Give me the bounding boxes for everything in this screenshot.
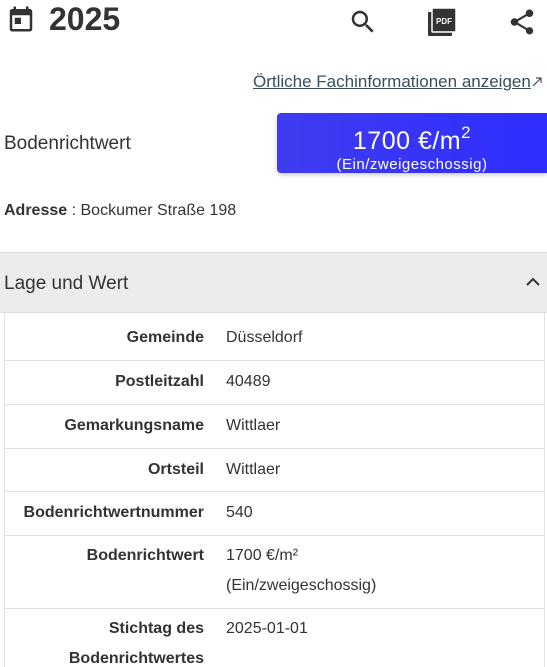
pdf-icon: PDF <box>428 7 457 36</box>
fachinformationen-link-label: Örtliche Fachinformationen anzeigen <box>253 72 531 91</box>
table-key: Gemarkungsname <box>64 417 204 434</box>
page-title-year: 2025 <box>49 1 121 37</box>
external-link-icon <box>532 77 542 87</box>
bodenrichtwert-subtitle: (Ein/zweigeschossig) <box>336 156 488 173</box>
table-row: Bodenrichtwert 1700 €/m² (Ein/zweigescho… <box>5 536 544 609</box>
details-table: Gemeinde Düsseldorf Postleitzahl 40489 G… <box>4 313 545 667</box>
table-value-line: (Ein/zweigeschossig) <box>226 577 377 594</box>
table-key: Bodenrichtwertnummer <box>23 504 204 521</box>
pdf-badge: PDF <box>436 17 452 26</box>
table-row: Ortsteil Wittlaer <box>5 449 544 492</box>
share-icon <box>510 9 534 35</box>
address-value: Bockumer Straße 198 <box>80 202 237 219</box>
bodenrichtwert-value-box: 1700 €/m2 (Ein/zweigeschossig) <box>277 113 547 173</box>
table-key-line: Bodenrichtwertes <box>68 650 204 667</box>
chevron-up-icon[interactable] <box>524 275 542 289</box>
table-value-line: 1700 €/m² <box>226 547 299 564</box>
search-button[interactable] <box>347 6 379 38</box>
share-button[interactable] <box>506 6 538 38</box>
table-row: Bodenrichtwertnummer 540 <box>5 492 544 536</box>
address-line: Adresse : Bockumer Straße 198 <box>4 202 236 220</box>
fachinformationen-link[interactable]: Örtliche Fachinformationen anzeigen <box>253 72 542 92</box>
address-separator: : <box>67 202 81 219</box>
table-value: 40489 <box>226 373 271 390</box>
table-value: Wittlaer <box>226 461 281 478</box>
table-key: Gemeinde <box>126 329 204 346</box>
table-row: Stichtag des Bodenrichtwertes 2025-01-01 <box>5 609 544 667</box>
table-value: 2025-01-01 <box>226 620 308 637</box>
pdf-export-button[interactable]: PDF <box>426 6 458 38</box>
table-value: 540 <box>226 504 253 521</box>
bodenrichtwert-value: 1700 €/m2 <box>277 119 547 155</box>
table-value: Wittlaer <box>226 417 281 434</box>
table-key: Postleitzahl <box>115 373 204 390</box>
table-value: 1700 €/m² (Ein/zweigeschossig) <box>226 541 376 601</box>
search-icon <box>351 10 374 33</box>
table-key: Bodenrichtwert <box>86 547 204 564</box>
table-row: Gemarkungsname Wittlaer <box>5 405 544 449</box>
table-row: Postleitzahl 40489 <box>5 361 544 405</box>
table-value: Düsseldorf <box>226 329 303 346</box>
table-key-line: Stichtag des <box>108 620 204 637</box>
unit-exponent: 2 <box>461 123 472 142</box>
address-label: Adresse <box>4 202 68 219</box>
calendar-icon <box>9 6 33 32</box>
bodenrichtwert-amount: 1700 €/m <box>352 127 462 155</box>
table-row: Gemeinde Düsseldorf <box>5 313 544 361</box>
table-key: Ortsteil <box>147 461 204 478</box>
section-title: Lage und Wert <box>4 273 129 294</box>
header-bar: 2025 PDF <box>0 0 547 48</box>
table-key: Stichtag des Bodenrichtwertes <box>69 614 204 667</box>
bodenrichtwert-label: Bodenrichtwert <box>4 133 131 154</box>
section-lage-und-wert-header[interactable]: Lage und Wert <box>0 252 547 313</box>
